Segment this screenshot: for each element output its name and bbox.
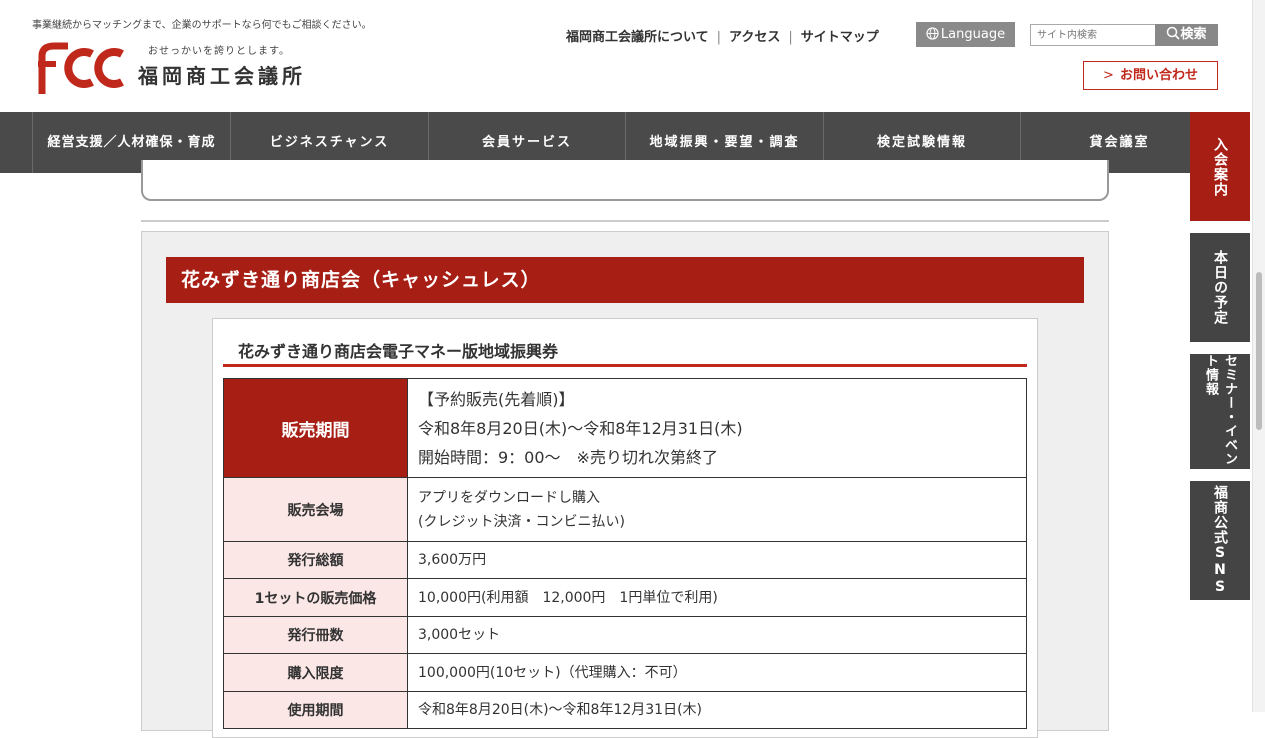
row-value: 【予約販売(先着順)】 令和8年8月20日(木)〜令和8年12月31日(木) 開…: [407, 378, 1027, 478]
link-access[interactable]: アクセス: [729, 30, 780, 45]
logo-slogan: おせっかいを誇りとします。: [148, 46, 290, 57]
row-value-line: (クレジット決済・コンビニ払い): [418, 513, 625, 530]
row-value-line: 令和8年8月20日(木)〜令和8年12月31日(木): [418, 418, 743, 438]
previous-section-box: [141, 160, 1109, 201]
search-input[interactable]: [1030, 24, 1156, 46]
table-row: 販売期間 【予約販売(先着順)】 令和8年8月20日(木)〜令和8年12月31日…: [223, 378, 1027, 478]
row-value: 3,600万円: [407, 541, 1027, 579]
row-value-line: 【予約販売(先着順)】: [418, 389, 575, 409]
card-title-underline: [223, 364, 1027, 367]
table-row: 購入限度 100,000円(10セット)（代理購入：不可）: [223, 653, 1027, 692]
contact-button[interactable]: > お問い合わせ: [1083, 61, 1218, 90]
row-label: 発行冊数: [223, 616, 408, 654]
table-row: 使用期間 令和8年8月20日(木)〜令和8年12月31日(木): [223, 691, 1027, 729]
search-icon: [1167, 26, 1181, 40]
link-separator: |: [716, 30, 722, 45]
card-title: 花みずき通り商店会電子マネー版地域振興券: [238, 342, 559, 361]
language-button[interactable]: Language: [916, 22, 1015, 47]
contact-label: お問い合わせ: [1119, 68, 1198, 83]
row-value: アプリをダウンロードし購入 (クレジット決済・コンビニ払い): [407, 477, 1027, 542]
search-button-label: 検索: [1180, 27, 1207, 42]
site-logo[interactable]: おせっかいを誇りとします。 福岡商工会議所: [34, 40, 334, 98]
table-row: 販売会場 アプリをダウンロードし購入 (クレジット決済・コンビニ払い): [223, 477, 1027, 542]
section-divider: [141, 220, 1109, 222]
language-label: Language: [940, 27, 1006, 42]
row-value-line: アプリをダウンロードし購入: [418, 489, 600, 506]
link-separator: |: [788, 30, 793, 45]
table-row: 発行総額 3,600万円: [223, 541, 1027, 579]
row-label: 1セットの販売価格: [223, 578, 408, 617]
row-label: 購入限度: [223, 653, 408, 692]
row-value: 令和8年8月20日(木)〜令和8年12月31日(木): [407, 691, 1027, 729]
row-value: 3,000セット: [407, 616, 1027, 654]
info-table: 販売期間 【予約販売(先着順)】 令和8年8月20日(木)〜令和8年12月31日…: [223, 378, 1027, 729]
row-label: 販売期間: [223, 378, 408, 478]
row-value: 10,000円(利用額 12,000円 1円単位で利用): [407, 578, 1027, 617]
link-sitemap[interactable]: サイトマップ: [801, 30, 879, 45]
search-button[interactable]: 検索: [1155, 24, 1218, 46]
fcci-logo-icon: [38, 42, 124, 94]
link-about[interactable]: 福岡商工会議所について: [566, 30, 709, 45]
globe-icon: [926, 27, 939, 40]
row-label: 販売会場: [223, 477, 408, 542]
row-value-line: 開始時間：9：00〜 ※売り切れ次第終了: [418, 447, 718, 467]
side-tab-official-sns[interactable]: 福商公式SNS: [1190, 481, 1250, 600]
row-label: 使用期間: [223, 691, 408, 729]
table-row: 1セットの販売価格 10,000円(利用額 12,000円 1円単位で利用): [223, 578, 1027, 617]
section-title: 花みずき通り商店会（キャッシュレス）: [166, 257, 1084, 303]
scrollbar-thumb[interactable]: [1256, 272, 1262, 430]
table-row: 発行冊数 3,000セット: [223, 616, 1027, 654]
chevron-right-icon: >: [1103, 68, 1114, 83]
side-tab-todays-schedule[interactable]: 本日の予定: [1190, 233, 1250, 342]
logo-name: 福岡商工会議所: [138, 64, 306, 88]
side-tab-seminar-events[interactable]: セミナー・イベント情報: [1190, 354, 1250, 469]
row-label: 発行総額: [223, 541, 408, 579]
top-links: 福岡商工会議所について | アクセス | サイトマップ: [566, 26, 879, 45]
header-tagline: 事業継続からマッチングまで、企業のサポートなら何でもご相談ください。: [32, 20, 372, 31]
side-tab-membership[interactable]: 入会案内: [1190, 112, 1250, 221]
row-value: 100,000円(10セット)（代理購入：不可）: [407, 653, 1027, 692]
